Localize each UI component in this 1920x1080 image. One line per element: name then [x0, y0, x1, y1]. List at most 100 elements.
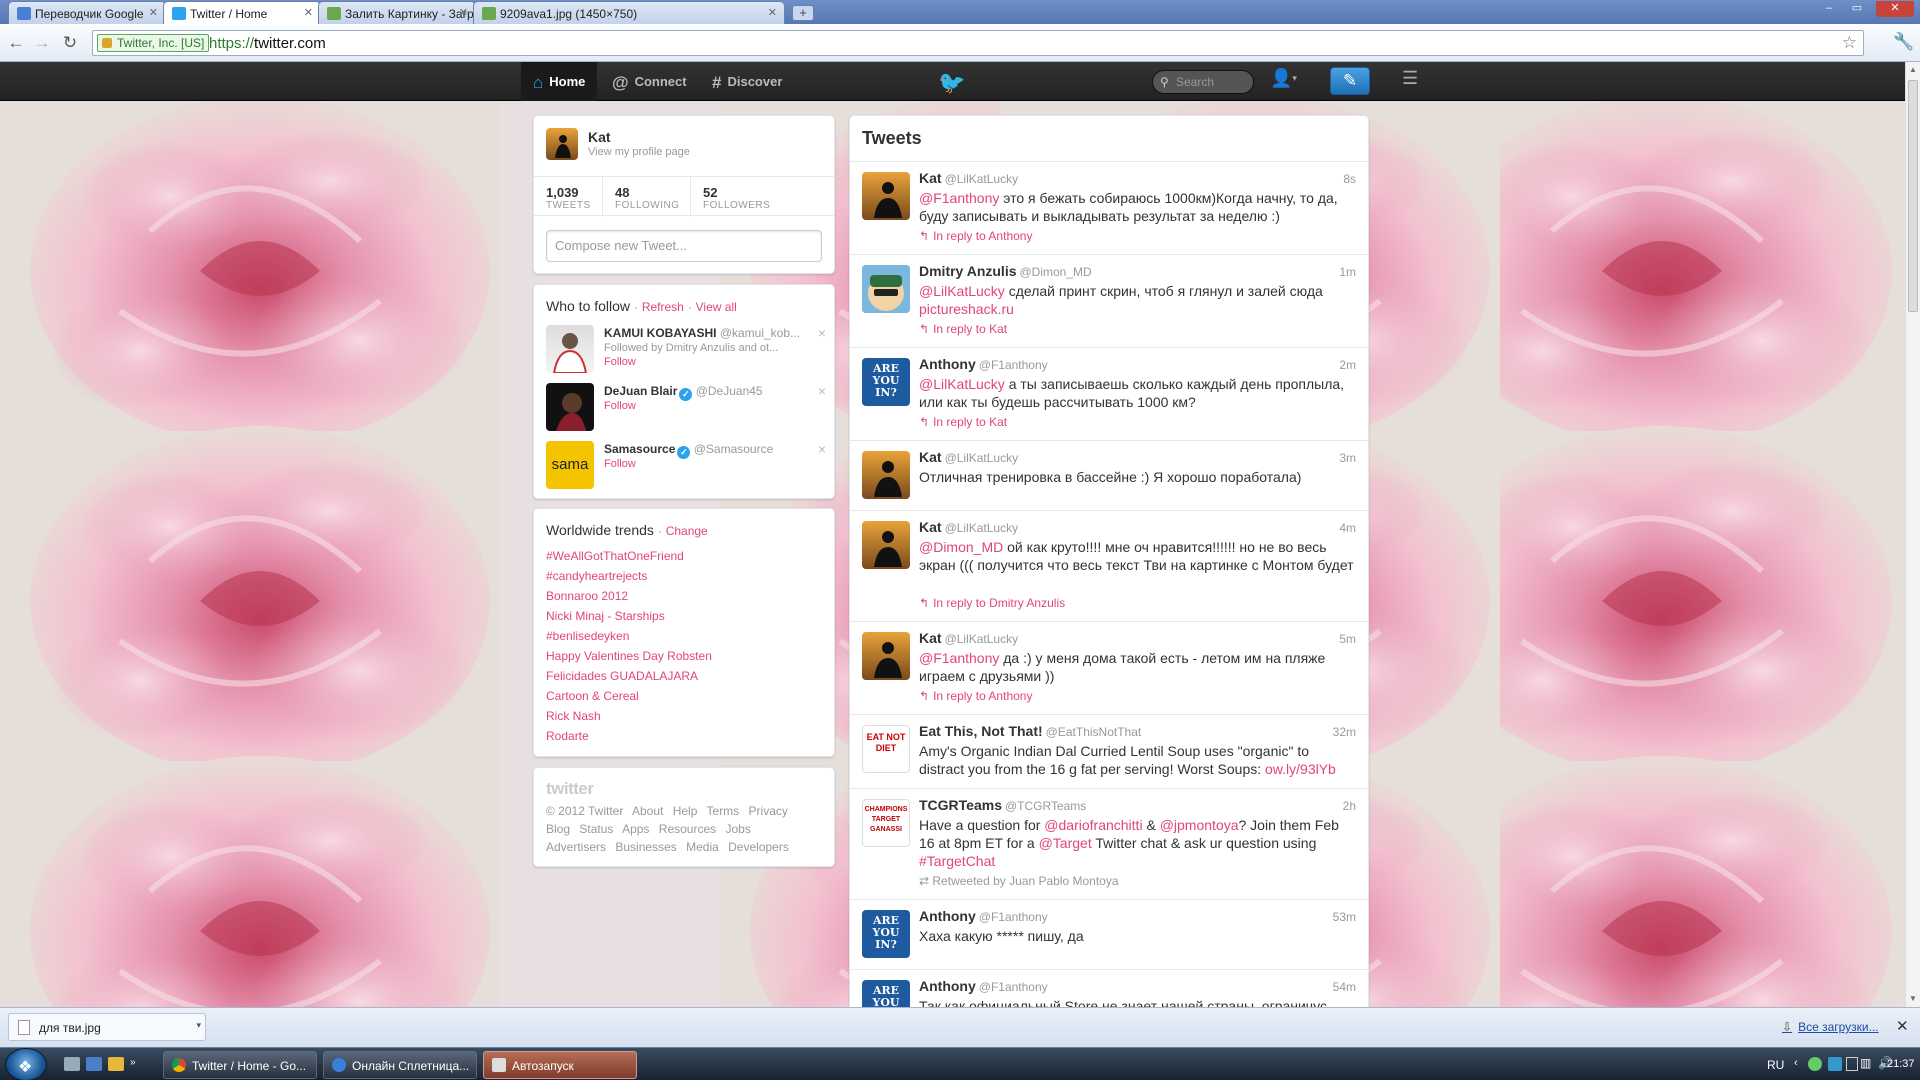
- tweet-author-name[interactable]: Kat: [919, 630, 942, 646]
- footer-link[interactable]: Apps: [622, 822, 649, 836]
- url-text[interactable]: https://twitter.com: [209, 35, 326, 52]
- nav-connect[interactable]: @ Connect: [612, 62, 696, 101]
- follow-link[interactable]: Follow: [604, 458, 636, 470]
- scrollbar-thumb[interactable]: [1908, 80, 1918, 312]
- scroll-up-icon[interactable]: ▲: [1909, 65, 1917, 74]
- language-indicator[interactable]: RU: [1767, 1058, 1784, 1072]
- tray-app-icon[interactable]: [1846, 1057, 1858, 1071]
- tweet-author-handle[interactable]: @LilKatLucky: [945, 172, 1019, 186]
- tweet-author-handle[interactable]: @LilKatLucky: [945, 632, 1019, 646]
- tab-twitter-home[interactable]: Twitter / Home ✕: [163, 1, 321, 25]
- tray-app-icon[interactable]: [1828, 1057, 1842, 1071]
- tweet[interactable]: Dmitry Anzulis @Dimon_MD 1m @LilKatLucky …: [850, 254, 1368, 347]
- bookmark-star-icon[interactable]: ☆: [1842, 33, 1857, 53]
- ev-certificate-badge[interactable]: Twitter, Inc. [US]: [97, 34, 210, 52]
- tweet-link[interactable]: ow.ly/93lYb: [1265, 761, 1336, 777]
- in-reply-to-link[interactable]: ↰ In reply to Dmitry Anzulis: [919, 596, 1065, 610]
- footer-link[interactable]: Advertisers: [546, 840, 606, 854]
- tweet-author-name[interactable]: Anthony: [919, 356, 976, 372]
- trend-item[interactable]: Bonnaroo 2012: [546, 589, 628, 603]
- follow-link[interactable]: Follow: [604, 356, 636, 368]
- avatar[interactable]: [862, 521, 910, 569]
- avatar[interactable]: [546, 128, 578, 160]
- tweet-timestamp[interactable]: 1m: [1339, 265, 1356, 279]
- compose-icon[interactable]: ✎: [1330, 67, 1370, 95]
- tweet[interactable]: EAT NOT DIET Eat This, Not That! @EatThis…: [850, 714, 1368, 788]
- tweet-timestamp[interactable]: 2h: [1343, 799, 1356, 813]
- refresh-link[interactable]: Refresh: [642, 300, 684, 314]
- close-tab-icon[interactable]: ✕: [768, 6, 777, 19]
- wrench-icon[interactable]: 🔧: [1893, 32, 1914, 52]
- avatar[interactable]: [862, 265, 910, 313]
- tab-image-jpg[interactable]: 9209ava1.jpg (1450×750) ✕: [473, 1, 785, 24]
- in-reply-to-link[interactable]: ↰ In reply to Anthony: [919, 229, 1032, 243]
- tweet[interactable]: ARE YOU IN? Anthony @F1anthony 2m @LilKat…: [850, 347, 1368, 440]
- clock[interactable]: 21:37: [1887, 1058, 1915, 1070]
- avatar[interactable]: sama: [546, 441, 594, 489]
- close-window-button[interactable]: ✕: [1876, 1, 1914, 17]
- suggestion-name[interactable]: KAMUI KOBAYASHI @kamui_kob...: [604, 326, 800, 340]
- tweet-author-name[interactable]: Dmitry Anzulis: [919, 263, 1017, 279]
- tweet-timestamp[interactable]: 5m: [1339, 632, 1356, 646]
- taskbar-item-chrome[interactable]: Twitter / Home - Go...: [163, 1051, 317, 1079]
- minimize-button[interactable]: –: [1818, 1, 1840, 17]
- search-input[interactable]: ⚲ Search: [1152, 70, 1254, 94]
- tweet-link[interactable]: @Target: [1039, 835, 1092, 851]
- tweet-author-name[interactable]: Eat This, Not That!: [919, 723, 1043, 739]
- tweet-author-handle[interactable]: @F1anthony: [979, 980, 1048, 994]
- trend-item[interactable]: Happy Valentines Day Robsten: [546, 649, 712, 663]
- footer-link[interactable]: Help: [673, 804, 698, 818]
- bird-logo-icon[interactable]: 🐦: [938, 70, 965, 96]
- tweet-author-name[interactable]: Anthony: [919, 978, 976, 994]
- tab-google-translate[interactable]: Переводчик Google ✕: [8, 1, 166, 24]
- tweet-timestamp[interactable]: 53m: [1333, 910, 1356, 924]
- tweet-timestamp[interactable]: 3m: [1339, 451, 1356, 465]
- overflow-chevron-icon[interactable]: »: [130, 1057, 146, 1071]
- taskbar-item-ie[interactable]: Онлайн Сплетница...: [323, 1051, 477, 1079]
- close-tab-icon[interactable]: ✕: [459, 6, 468, 19]
- chevron-down-icon[interactable]: ▾: [196, 1020, 201, 1031]
- footer-link[interactable]: Developers: [728, 840, 789, 854]
- retweeted-by[interactable]: ⇄ Retweeted by Juan Pablo Montoya: [919, 874, 1119, 888]
- download-item[interactable]: для тви.jpg ▾: [8, 1013, 206, 1041]
- avatar[interactable]: [862, 451, 910, 499]
- folder-icon[interactable]: [108, 1057, 124, 1071]
- tweet-author-handle[interactable]: @Dimon_MD: [1020, 265, 1092, 279]
- in-reply-to-link[interactable]: ↰ In reply to Anthony: [919, 689, 1032, 703]
- suggestion-name[interactable]: Samasource ✓ @Samasource: [604, 442, 773, 459]
- tweet-timestamp[interactable]: 8s: [1343, 172, 1356, 186]
- back-arrow-icon[interactable]: ←: [6, 33, 26, 53]
- avatar[interactable]: [546, 325, 594, 373]
- avatar[interactable]: ARE YOU IN?: [862, 358, 910, 406]
- tweet-link[interactable]: @F1anthony: [919, 650, 999, 666]
- trend-item[interactable]: #WeAllGotThatOneFriend: [546, 549, 684, 563]
- reload-icon[interactable]: ↻: [60, 33, 80, 53]
- address-bar[interactable]: Twitter, Inc. [US] https://twitter.com ☆: [92, 30, 1864, 56]
- trend-item[interactable]: Nicki Minaj - Starships: [546, 609, 665, 623]
- show-desktop-icon[interactable]: [64, 1057, 80, 1071]
- close-tab-icon[interactable]: ✕: [304, 6, 313, 19]
- trend-item[interactable]: #benlisedeyken: [546, 629, 629, 643]
- change-trends-link[interactable]: Change: [666, 524, 708, 538]
- scroll-down-icon[interactable]: ▼: [1909, 994, 1917, 1003]
- tweet-link[interactable]: @LilKatLucky: [919, 283, 1005, 299]
- tweet-link[interactable]: @F1anthony: [919, 190, 999, 206]
- settings-icon[interactable]: ☰: [1402, 68, 1418, 89]
- follow-link[interactable]: Follow: [604, 400, 636, 412]
- tweet-author-handle[interactable]: @F1anthony: [979, 358, 1048, 372]
- followers-stat[interactable]: 52 FOLLOWERS: [690, 177, 780, 217]
- following-stat[interactable]: 48 FOLLOWING: [602, 177, 690, 217]
- restore-button[interactable]: ▭: [1846, 1, 1868, 17]
- tweet-link[interactable]: @LilKatLucky: [919, 376, 1005, 392]
- footer-link[interactable]: Terms: [707, 804, 740, 818]
- view-profile-link[interactable]: View my profile page: [588, 146, 690, 158]
- new-tab-button[interactable]: +: [792, 5, 814, 21]
- user-menu-button[interactable]: 👤▾: [1270, 68, 1308, 94]
- trend-item[interactable]: Cartoon & Cereal: [546, 689, 639, 703]
- tweet[interactable]: Kat @LilKatLucky 5m @F1anthony да :) у ме…: [850, 621, 1368, 714]
- tweet-author-handle[interactable]: @F1anthony: [979, 910, 1048, 924]
- avatar[interactable]: [862, 172, 910, 220]
- page-scrollbar[interactable]: ▲ ▼: [1905, 62, 1920, 1007]
- nav-discover[interactable]: # Discover: [712, 62, 802, 101]
- tweet-author-name[interactable]: Kat: [919, 170, 942, 186]
